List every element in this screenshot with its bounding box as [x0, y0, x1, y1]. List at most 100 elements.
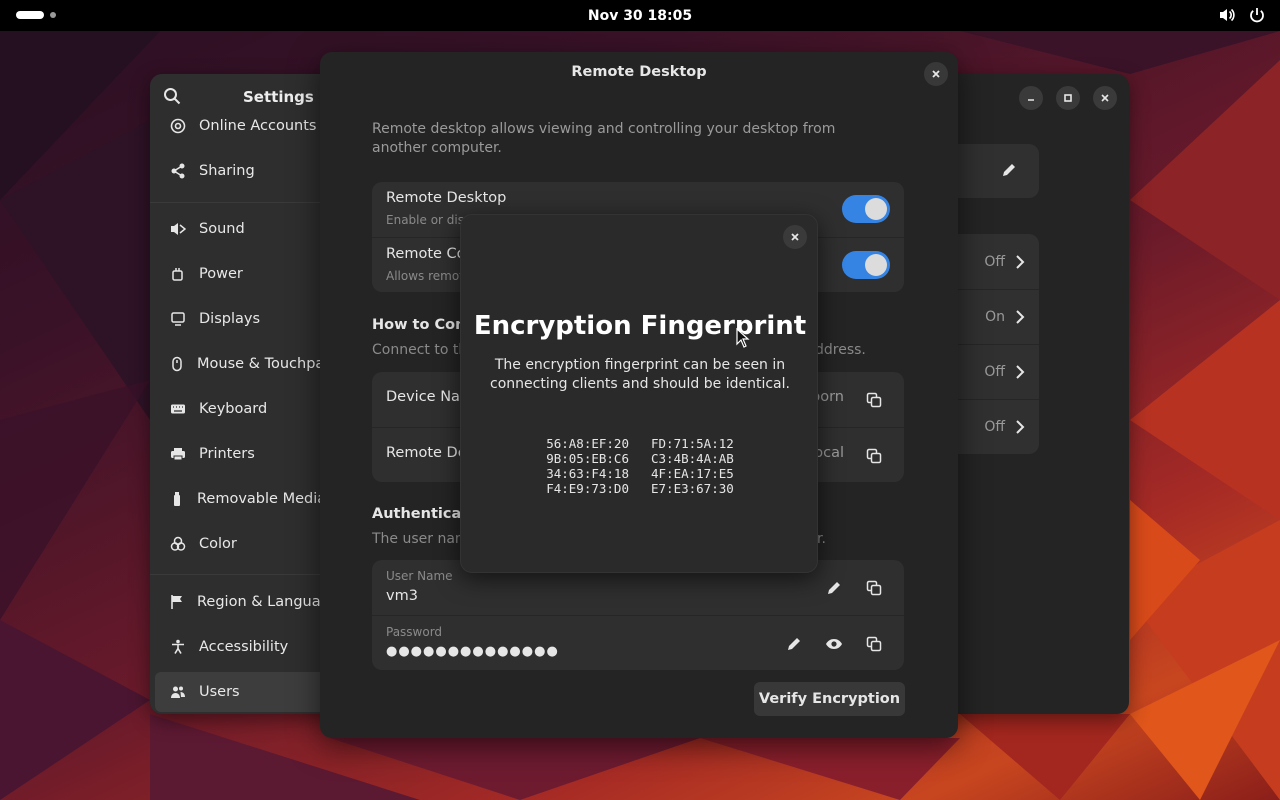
fingerprint-segment: E7:E3:67:30: [651, 481, 734, 496]
fingerprint-line: F4:E9:73:D0 E7:E3:67:30: [461, 481, 819, 496]
sidebar-item-label: Removable Media: [197, 491, 327, 507]
keyboard-icon: [169, 400, 187, 418]
volume-icon: [1218, 6, 1236, 24]
authentication-subtitle-end: r.: [817, 531, 826, 547]
username-caption: User Name: [386, 569, 453, 583]
speaker-icon: [169, 220, 187, 238]
minimize-icon: [1028, 99, 1034, 101]
sidebar-item-printers[interactable]: Printers: [155, 434, 325, 474]
username-value: vm3: [386, 588, 418, 604]
sidebar-item-label: Online Accounts: [199, 118, 317, 134]
sidebar-separator: [150, 574, 322, 575]
sidebar-item-keyboard[interactable]: Keyboard: [155, 389, 325, 429]
sidebar-item-power[interactable]: Power: [155, 254, 325, 294]
accessibility-icon: [169, 638, 187, 656]
fingerprint-segment: FD:71:5A:12: [651, 436, 734, 451]
system-tray[interactable]: [1218, 6, 1266, 24]
copy-icon: [866, 580, 882, 596]
copy-username-button[interactable]: [860, 574, 888, 602]
copy-button[interactable]: [860, 386, 888, 414]
close-button[interactable]: [1093, 86, 1117, 110]
password-caption: Password: [386, 625, 443, 639]
sidebar-item-label: Sharing: [199, 163, 255, 179]
usb-icon: [169, 490, 185, 508]
sidebar-item-online-accounts[interactable]: Online Accounts: [155, 106, 325, 146]
sidebar-item-label: Printers: [199, 446, 255, 462]
edit-username-button[interactable]: [820, 574, 848, 602]
fingerprint-segment: 4F:EA:17:E5: [651, 466, 734, 481]
row-title: Remote Co: [386, 246, 466, 262]
fingerprint-segment: C3:4B:4A:AB: [651, 451, 734, 466]
search-icon: [164, 88, 181, 105]
sidebar-item-label: Mouse & Touchpad: [197, 356, 334, 372]
row-subtitle: Enable or disa: [386, 213, 472, 227]
sidebar-item-label: Power: [199, 266, 243, 282]
sidebar-item-mouse-touchpad[interactable]: Mouse & Touchpad: [155, 344, 333, 384]
sidebar-item-removable-media[interactable]: Removable Media: [155, 479, 327, 519]
copy-icon: [866, 392, 882, 408]
chevron-right-icon: [1016, 310, 1025, 324]
dialog-title: Remote Desktop: [571, 64, 707, 80]
chevron-right-icon: [1016, 254, 1025, 269]
edit-icon: [788, 638, 800, 650]
copy-icon: [866, 636, 882, 652]
sidebar-item-color[interactable]: Color: [155, 524, 325, 564]
sidebar-item-label: Sound: [199, 221, 245, 237]
sidebar-item-displays[interactable]: Displays: [155, 299, 325, 339]
sidebar-item-users[interactable]: Users: [155, 672, 325, 712]
sidebar-item-accessibility[interactable]: Accessibility: [155, 627, 325, 667]
display-icon: [169, 310, 187, 328]
users-icon: [169, 683, 187, 701]
activities-button[interactable]: [16, 11, 56, 19]
sidebar-item-region-language[interactable]: Region & Language: [155, 582, 339, 622]
power-icon: [1248, 6, 1266, 24]
fingerprint-line: 34:63:F4:18 4F:EA:17:E5: [461, 466, 819, 481]
sidebar-separator: [150, 202, 322, 203]
close-icon: [791, 233, 799, 241]
share-icon: [169, 162, 187, 180]
dialog-close-button[interactable]: [924, 62, 948, 86]
dialog-description: Remote desktop allows viewing and contro…: [372, 121, 836, 156]
chevron-right-icon: [1016, 365, 1025, 379]
chevron-right-icon: [1016, 420, 1025, 434]
mouse-icon: [169, 355, 185, 373]
close-icon: [932, 70, 940, 78]
mouse-cursor-icon: [736, 327, 750, 352]
remote-control-switch[interactable]: [842, 251, 890, 279]
sidebar-item-sound[interactable]: Sound: [155, 209, 325, 249]
sidebar-item-sharing[interactable]: Sharing: [155, 151, 325, 191]
color-icon: [169, 535, 187, 553]
maximize-button[interactable]: [1056, 86, 1080, 110]
sidebar-item-label: Accessibility: [199, 639, 289, 655]
edit-icon: [1001, 162, 1017, 182]
verify-encryption-button[interactable]: Verify Encryption: [754, 682, 905, 716]
workspace-indicator: [50, 12, 56, 18]
row-status: Off: [984, 419, 1005, 435]
sidebar-item-label: Color: [199, 536, 237, 552]
fingerprint-line: 56:A8:EF:20 FD:71:5A:12: [461, 436, 819, 451]
fingerprint-segment: 56:A8:EF:20: [546, 436, 629, 451]
how-to-connect-subtitle: Connect to thi: [372, 342, 472, 358]
password-row: Password ●●●●●●●●●●●●●●: [372, 615, 904, 670]
fingerprint-close-button[interactable]: [783, 225, 807, 249]
sidebar-item-label: Keyboard: [199, 401, 268, 417]
authentication-heading: Authenticati: [372, 506, 474, 522]
copy-password-button[interactable]: [860, 630, 888, 658]
settings-sidebar: Settings Online Accounts Sharing Sound P…: [150, 74, 339, 714]
sidebar-item-label: Region & Language: [197, 594, 339, 610]
top-bar: Nov 30 18:05: [0, 0, 1280, 31]
window-controls: [1019, 86, 1117, 110]
fingerprint-dialog: Encryption Fingerprint The encryption fi…: [460, 214, 818, 573]
show-password-button[interactable]: [820, 630, 848, 658]
fingerprint-title: Encryption Fingerprint: [473, 311, 807, 341]
sidebar-item-label: Displays: [199, 311, 261, 327]
fingerprint-segment: 34:63:F4:18: [546, 466, 629, 481]
printer-icon: [169, 445, 187, 463]
edit-icon: [828, 582, 840, 594]
row-status: On: [985, 309, 1005, 325]
clock[interactable]: Nov 30 18:05: [588, 8, 692, 24]
minimize-button[interactable]: [1019, 86, 1043, 110]
copy-button[interactable]: [860, 442, 888, 470]
remote-desktop-switch[interactable]: [842, 195, 890, 223]
edit-password-button[interactable]: [780, 630, 808, 658]
